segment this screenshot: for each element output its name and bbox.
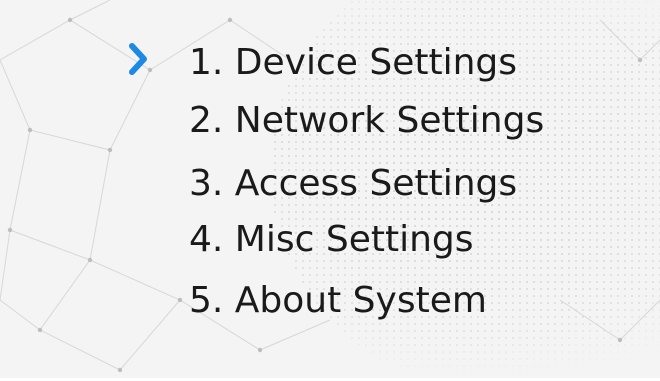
menu-item-access-settings[interactable]: 3. Access Settings bbox=[189, 156, 517, 210]
settings-menu-screen: 1. Device Settings 2. Network Settings 3… bbox=[0, 0, 660, 381]
settings-menu: 1. Device Settings 2. Network Settings 3… bbox=[0, 0, 660, 381]
chevron-right-icon bbox=[129, 43, 147, 75]
menu-item-label: 4. Misc Settings bbox=[189, 218, 474, 260]
menu-item-misc-settings[interactable]: 4. Misc Settings bbox=[189, 212, 474, 266]
menu-item-device-settings[interactable]: 1. Device Settings bbox=[189, 35, 517, 89]
menu-item-label: 3. Access Settings bbox=[189, 162, 518, 204]
menu-item-label: 5. About System bbox=[189, 279, 487, 321]
menu-item-network-settings[interactable]: 2. Network Settings bbox=[189, 93, 544, 147]
menu-item-about-system[interactable]: 5. About System bbox=[189, 273, 487, 327]
menu-item-label: 2. Network Settings bbox=[189, 99, 545, 141]
menu-item-label: 1. Device Settings bbox=[189, 41, 518, 83]
